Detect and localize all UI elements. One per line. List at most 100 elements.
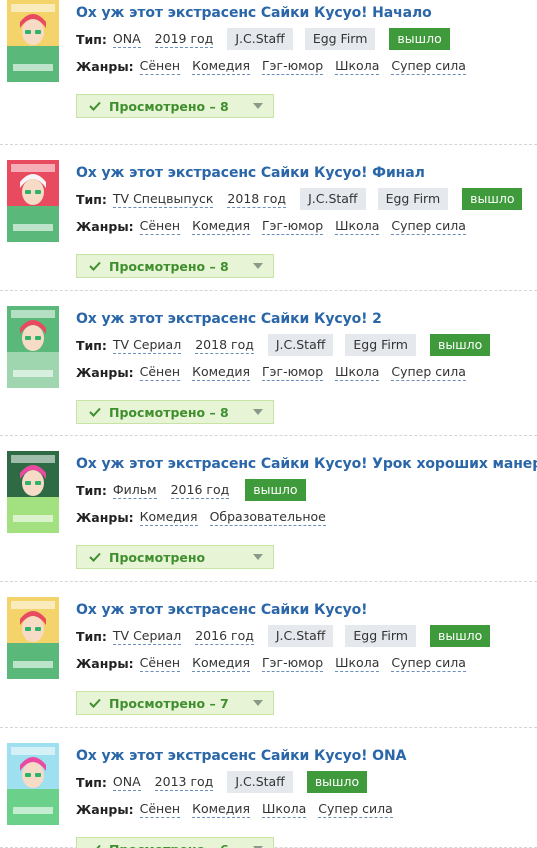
genre-link[interactable]: Сёнен bbox=[139, 218, 181, 235]
watched-label: Просмотрено – 8 bbox=[109, 258, 229, 274]
poster-image[interactable] bbox=[7, 743, 59, 825]
genre-link[interactable]: Школа bbox=[335, 218, 380, 235]
status-badge: вышло bbox=[429, 334, 491, 356]
type-value[interactable]: TV Сериал bbox=[112, 337, 182, 354]
anime-item: Ох уж этот экстрасенс Сайки Кусуо! 2 Тип:… bbox=[0, 291, 537, 436]
studio-tag[interactable]: Egg Firm bbox=[377, 188, 449, 210]
genre-link[interactable]: Гэг-юмор bbox=[262, 364, 324, 381]
anime-title-link[interactable]: Ох уж этот экстрасенс Сайки Кусуо! Урок … bbox=[76, 456, 537, 472]
year-value[interactable]: 2019 год bbox=[154, 31, 214, 48]
studio-tag[interactable]: J.C.Staff bbox=[267, 625, 334, 647]
genre-link[interactable]: Супер сила bbox=[318, 801, 393, 818]
anime-item: Ох уж этот экстрасенс Сайки Кусуо! Тип: TV… bbox=[0, 582, 537, 728]
genre-link[interactable]: Гэг-юмор bbox=[262, 218, 324, 235]
poster-image[interactable] bbox=[7, 306, 59, 388]
status-badge: вышло bbox=[306, 771, 368, 793]
watched-status-dropdown[interactable]: Просмотрено – 6 bbox=[76, 837, 274, 848]
anime-title-link[interactable]: Ох уж этот экстрасенс Сайки Кусуо! ONA bbox=[76, 748, 406, 764]
poster-image[interactable] bbox=[7, 597, 59, 679]
checkmark-icon bbox=[89, 698, 103, 708]
genres-label: Жанры: bbox=[76, 364, 134, 380]
genre-link[interactable]: Сёнен bbox=[139, 58, 181, 75]
type-row: Тип: Фильм 2016 год вышло bbox=[76, 479, 306, 501]
studio-tag[interactable]: J.C.Staff bbox=[267, 334, 334, 356]
type-value[interactable]: Фильм bbox=[112, 482, 157, 499]
genre-link[interactable]: Супер сила bbox=[391, 58, 466, 75]
anime-item: Ох уж этот экстрасенс Сайки Кусуо! Начал… bbox=[0, 0, 537, 145]
year-value[interactable]: 2016 год bbox=[170, 482, 230, 499]
watched-label: Просмотрено – 8 bbox=[109, 98, 229, 114]
genre-link[interactable]: Супер сила bbox=[391, 218, 466, 235]
anime-title-link[interactable]: Ох уж этот экстрасенс Сайки Кусуо! 2 bbox=[76, 311, 382, 327]
watched-status-dropdown[interactable]: Просмотрено – 8 bbox=[76, 254, 274, 278]
genre-link[interactable]: Супер сила bbox=[391, 364, 466, 381]
status-badge: вышло bbox=[429, 625, 491, 647]
genre-link[interactable]: Образовательное bbox=[209, 509, 326, 526]
studio-tag[interactable]: J.C.Staff bbox=[227, 771, 293, 793]
status-badge: вышло bbox=[245, 479, 306, 501]
type-row: Тип: ONA 2013 год J.C.Staff вышло bbox=[76, 771, 368, 793]
type-value[interactable]: TV Спецвыпуск bbox=[112, 191, 214, 208]
type-value[interactable]: ONA bbox=[112, 774, 141, 791]
genre-link[interactable]: Школа bbox=[335, 655, 380, 672]
year-value[interactable]: 2018 год bbox=[227, 191, 287, 208]
genre-link[interactable]: Сёнен bbox=[139, 801, 181, 818]
chevron-down-icon bbox=[253, 103, 263, 109]
poster-image[interactable] bbox=[7, 0, 59, 82]
genres-label: Жанры: bbox=[76, 801, 134, 817]
checkmark-icon bbox=[89, 844, 103, 848]
type-label: Тип: bbox=[76, 337, 107, 353]
genres-row: Жанры: Сёнен Комедия Гэг-юмор Школа Супер сил… bbox=[76, 652, 478, 674]
genre-link[interactable]: Школа bbox=[262, 801, 307, 818]
watched-status-dropdown[interactable]: Просмотрено bbox=[76, 545, 274, 569]
year-value[interactable]: 2016 год bbox=[195, 628, 254, 645]
watched-status-dropdown[interactable]: Просмотрено – 8 bbox=[76, 94, 274, 118]
watched-status-dropdown[interactable]: Просмотрено – 8 bbox=[76, 400, 274, 424]
genres-row: Жанры: Сёнен Комедия Гэг-юмор Школа Супер сил… bbox=[76, 55, 478, 77]
genre-link[interactable]: Школа bbox=[335, 58, 380, 75]
genre-link[interactable]: Комедия bbox=[192, 655, 251, 672]
genres-label: Жанры: bbox=[76, 509, 134, 525]
studio-tag[interactable]: J.C.Staff bbox=[227, 28, 293, 50]
studio-tag[interactable]: Egg Firm bbox=[345, 625, 416, 647]
watched-status-dropdown[interactable]: Просмотрено – 7 bbox=[76, 691, 274, 715]
studio-tag[interactable]: Egg Firm bbox=[345, 334, 416, 356]
genre-link[interactable]: Комедия bbox=[192, 58, 251, 75]
type-row: Тип: TV Сериал 2018 год J.C.Staff Egg Firm вы… bbox=[76, 334, 491, 356]
genre-link[interactable]: Сёнен bbox=[139, 655, 181, 672]
type-label: Тип: bbox=[76, 31, 107, 47]
poster-image[interactable] bbox=[7, 451, 59, 533]
type-row: Тип: TV Сериал 2016 год J.C.Staff Egg Firm вы… bbox=[76, 625, 491, 647]
checkmark-icon bbox=[89, 101, 103, 111]
checkmark-icon bbox=[89, 407, 103, 417]
year-value[interactable]: 2013 год bbox=[154, 774, 214, 791]
genres-row: Жанры: Сёнен Комедия Гэг-юмор Школа Супер сил… bbox=[76, 215, 478, 237]
studio-tag[interactable]: J.C.Staff bbox=[300, 188, 366, 210]
genre-link[interactable]: Гэг-юмор bbox=[262, 58, 324, 75]
type-value[interactable]: ONA bbox=[112, 31, 141, 48]
genre-link[interactable]: Гэг-юмор bbox=[262, 655, 324, 672]
chevron-down-icon bbox=[253, 263, 263, 269]
year-value[interactable]: 2018 год bbox=[195, 337, 254, 354]
genre-link[interactable]: Комедия bbox=[192, 218, 251, 235]
genre-link[interactable]: Комедия bbox=[192, 364, 251, 381]
genre-link[interactable]: Супер сила bbox=[391, 655, 466, 672]
type-label: Тип: bbox=[76, 628, 107, 644]
type-value[interactable]: TV Сериал bbox=[112, 628, 182, 645]
anime-title-link[interactable]: Ох уж этот экстрасенс Сайки Кусуо! Финал bbox=[76, 165, 425, 181]
genre-link[interactable]: Комедия bbox=[139, 509, 198, 526]
watched-label: Просмотрено bbox=[109, 549, 206, 565]
genres-label: Жанры: bbox=[76, 58, 134, 74]
anime-title-link[interactable]: Ох уж этот экстрасенс Сайки Кусуо! bbox=[76, 602, 368, 618]
genres-row: Жанры: Комедия Образовательное bbox=[76, 506, 338, 528]
genre-link[interactable]: Сёнен bbox=[139, 364, 181, 381]
type-label: Тип: bbox=[76, 191, 107, 207]
anime-list: Ох уж этот экстрасенс Сайки Кусуо! Начал… bbox=[0, 0, 537, 848]
genre-link[interactable]: Школа bbox=[335, 364, 380, 381]
genres-row: Жанры: Сёнен Комедия Школа Супер сила bbox=[76, 798, 405, 820]
genre-link[interactable]: Комедия bbox=[192, 801, 251, 818]
anime-title-link[interactable]: Ох уж этот экстрасенс Сайки Кусуо! Начал… bbox=[76, 5, 432, 21]
anime-item: Ох уж этот экстрасенс Сайки Кусуо! ONA Ти… bbox=[0, 728, 537, 848]
studio-tag[interactable]: Egg Firm bbox=[304, 28, 376, 50]
poster-image[interactable] bbox=[7, 160, 59, 242]
